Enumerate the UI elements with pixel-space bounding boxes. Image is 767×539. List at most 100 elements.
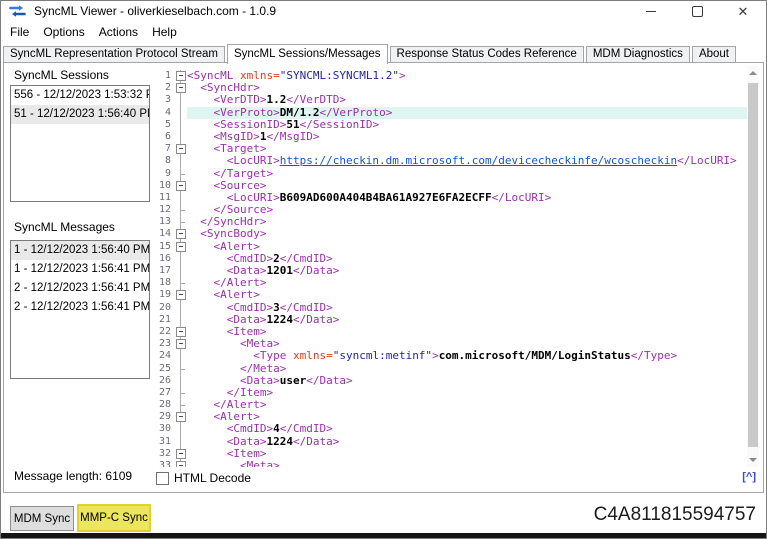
checkin-url-link[interactable]: https://checkin.dm.microsoft.com/devicec…	[280, 155, 677, 167]
fold-collapse-icon[interactable]	[176, 327, 186, 337]
fold-toggle[interactable]	[174, 228, 187, 240]
message-list-item[interactable]: 2 - 12/12/2023 1:56:41 PM	[11, 279, 149, 298]
code-line: 16 <CmdID>2</CmdID>	[151, 253, 747, 265]
code-segment: <LocURI>	[187, 155, 280, 167]
message-list-item[interactable]: 1 - 12/12/2023 1:56:41 PM	[11, 260, 149, 279]
fold-toggle[interactable]	[174, 460, 187, 467]
fold-guide	[174, 350, 187, 362]
close-button[interactable]: ✕	[720, 1, 766, 22]
fold-collapse-icon[interactable]	[176, 242, 186, 252]
fold-toggle[interactable]	[174, 289, 187, 301]
code-segment: <Type	[187, 350, 293, 362]
fold-collapse-icon[interactable]	[176, 339, 186, 349]
tab-mdm-diagnostics[interactable]: MDM Diagnostics	[586, 46, 690, 63]
code-text: <Source>	[187, 180, 747, 192]
code-line: 25 </Meta>	[151, 363, 747, 375]
session-list-item[interactable]: 556 - 12/12/2023 1:53:32 PM	[11, 86, 149, 105]
line-number: 17	[151, 265, 174, 277]
scroll-down-arrow-icon[interactable]	[747, 453, 759, 467]
line-number: 5	[151, 119, 174, 131]
fold-toggle[interactable]	[174, 180, 187, 192]
fold-collapse-icon[interactable]	[176, 461, 186, 467]
code-text: <Data>1224</Data>	[187, 314, 747, 326]
fold-toggle[interactable]	[174, 82, 187, 94]
line-number: 11	[151, 192, 174, 204]
fold-collapse-icon[interactable]	[176, 412, 186, 422]
fold-toggle[interactable]	[174, 326, 187, 338]
messages-listbox[interactable]: 1 - 12/12/2023 1:56:40 PM1 - 12/12/2023 …	[10, 240, 150, 379]
tab-about[interactable]: About	[692, 46, 736, 63]
line-number: 13	[151, 216, 174, 228]
code-line: 20 <CmdID>3</CmdID>	[151, 302, 747, 314]
fold-collapse-icon[interactable]	[176, 71, 186, 81]
tab-syncml-representation-protocol-stream[interactable]: SyncML Representation Protocol Stream	[3, 46, 225, 63]
html-decode-checkbox[interactable]	[156, 472, 169, 485]
tab-strip: SyncML Representation Protocol StreamSyn…	[3, 43, 764, 63]
fold-collapse-icon[interactable]	[176, 229, 186, 239]
minimize-icon	[646, 11, 656, 12]
minimize-button[interactable]	[628, 1, 674, 22]
code-segment: 4	[273, 423, 280, 435]
mmpc-sync-button[interactable]: MMP-C Sync	[77, 504, 151, 532]
fold-toggle[interactable]	[174, 338, 187, 350]
maximize-icon	[692, 6, 703, 17]
fold-collapse-icon[interactable]	[176, 144, 186, 154]
fold-toggle[interactable]	[174, 241, 187, 253]
code-line: 30 <CmdID>4</CmdID>	[151, 423, 747, 435]
fold-guide	[174, 119, 187, 131]
tab-syncml-sessions-messages[interactable]: SyncML Sessions/Messages	[227, 44, 388, 64]
fold-guide	[174, 168, 187, 180]
scroll-to-top-link[interactable]: [^]	[742, 471, 756, 483]
code-segment: </LocURI>	[492, 192, 552, 204]
menu-item-file[interactable]: File	[3, 23, 36, 41]
code-segment: <CmdID>	[187, 302, 273, 314]
tab-response-status-codes-reference[interactable]: Response Status Codes Reference	[390, 46, 584, 63]
fold-collapse-icon[interactable]	[176, 83, 186, 93]
syncml-code-editor[interactable]: 1<SyncML xmlns="SYNCML:SYNCML1.2">2 <Syn…	[151, 66, 759, 467]
fold-toggle[interactable]	[174, 143, 187, 155]
code-segment: </SessionID>	[300, 119, 379, 131]
code-segment: </Meta>	[187, 363, 286, 375]
mdm-sync-button[interactable]: MDM Sync	[10, 506, 74, 531]
code-line: 2 <SyncHdr>	[151, 82, 747, 94]
scrollbar-thumb[interactable]	[748, 83, 758, 447]
line-number: 15	[151, 241, 174, 253]
fold-collapse-icon[interactable]	[176, 181, 186, 191]
line-number: 23	[151, 338, 174, 350]
menu-item-options[interactable]: Options	[36, 23, 91, 41]
code-segment: <Meta>	[187, 338, 280, 350]
code-line: 14 <SyncBody>	[151, 228, 747, 240]
code-segment: 1.2	[266, 94, 286, 106]
code-segment: </SyncHdr>	[187, 216, 266, 228]
fold-toggle[interactable]	[174, 411, 187, 423]
sessions-listbox[interactable]: 556 - 12/12/2023 1:53:32 PM51 - 12/12/20…	[10, 85, 150, 202]
session-list-item[interactable]: 51 - 12/12/2023 1:56:40 PM	[11, 105, 149, 124]
fold-toggle[interactable]	[174, 448, 187, 460]
code-segment: </CmdID>	[280, 302, 333, 314]
line-number: 8	[151, 155, 174, 167]
code-segment: <VerProto>	[187, 107, 280, 119]
fold-collapse-icon[interactable]	[176, 290, 186, 300]
code-segment: <Item>	[187, 326, 266, 338]
code-line: 29 <Alert>	[151, 411, 747, 423]
fold-guide	[174, 302, 187, 314]
code-text: </Source>	[187, 204, 747, 216]
code-segment: <Meta>	[187, 460, 280, 467]
fold-collapse-icon[interactable]	[176, 449, 186, 459]
code-line: 5 <SessionID>51</SessionID>	[151, 119, 747, 131]
line-number: 29	[151, 411, 174, 423]
message-list-item[interactable]: 2 - 12/12/2023 1:56:41 PM	[11, 298, 149, 317]
scroll-up-arrow-icon[interactable]	[747, 66, 759, 80]
menu-item-help[interactable]: Help	[145, 23, 184, 41]
menu-item-actions[interactable]: Actions	[92, 23, 145, 41]
editor-scrollbar[interactable]	[747, 66, 759, 467]
code-line: 13 </SyncHdr>	[151, 216, 747, 228]
message-list-item[interactable]: 1 - 12/12/2023 1:56:40 PM	[11, 241, 149, 260]
fold-guide	[174, 399, 187, 411]
html-decode-group: HTML Decode	[156, 471, 251, 485]
fold-toggle[interactable]	[174, 70, 187, 82]
maximize-button[interactable]	[674, 1, 720, 22]
code-text: <Target>	[187, 143, 747, 155]
code-segment: <CmdID>	[187, 253, 273, 265]
code-segment: <Data>	[187, 375, 280, 387]
